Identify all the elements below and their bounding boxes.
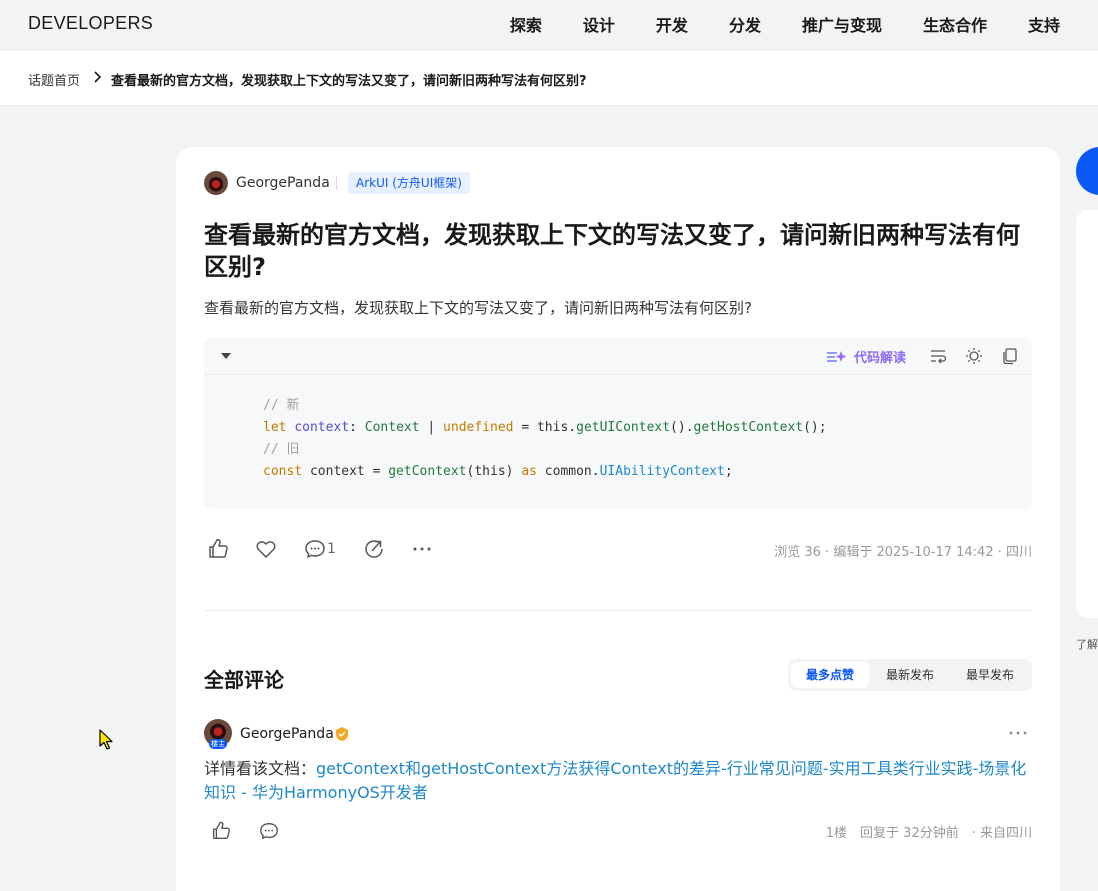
- post-description: 查看最新的官方文档，发现获取上下文的写法又变了，请问新旧两种写法有何区别?: [204, 299, 752, 317]
- tab-oldest[interactable]: 最早发布: [951, 662, 1029, 688]
- code-token: :: [349, 420, 365, 435]
- code-content: // 新 let context: Context | undefined = …: [263, 395, 827, 483]
- code-function: getHostContext: [693, 420, 804, 435]
- breadcrumb-home-link[interactable]: 话题首页: [28, 70, 80, 89]
- nav-link-explore[interactable]: 探索: [510, 12, 542, 36]
- code-keyword: undefined: [443, 420, 514, 435]
- thumbs-up-icon[interactable]: [206, 537, 230, 561]
- comment-sort-tabs: 最多点赞 最新发布 最早发布: [788, 659, 1032, 691]
- code-token: this.: [536, 420, 577, 435]
- chevron-right-icon: [94, 71, 102, 83]
- sidebar-partial-text: 了解: [1076, 638, 1098, 651]
- code-token: (this): [466, 464, 522, 479]
- nav-link-develop[interactable]: 开发: [656, 12, 688, 36]
- code-toolbar: 代码解读: [204, 337, 1032, 375]
- code-explain-label: 代码解读: [854, 350, 907, 366]
- nav-link-distribute[interactable]: 分发: [729, 12, 761, 36]
- code-comment: // 新: [263, 398, 300, 413]
- share-icon[interactable]: [362, 537, 386, 561]
- post-title: 查看最新的官方文档，发现获取上下文的写法又变了，请问新旧两种写法有何区别?: [204, 221, 1020, 281]
- divider: [336, 176, 337, 190]
- post-card: GeorgePanda ArkUI (方舟UI框架) 查看最新的官方文档，发现获…: [176, 147, 1060, 891]
- thumbs-up-icon[interactable]: [210, 820, 232, 842]
- tab-most-liked[interactable]: 最多点赞: [791, 662, 869, 688]
- comment-author-name[interactable]: GeorgePanda: [240, 726, 334, 742]
- code-function: getContext: [388, 464, 467, 479]
- code-block: 代码解读 // 新 let context: Context | undefin…: [204, 337, 1032, 509]
- code-type: Context: [364, 420, 420, 435]
- verified-badge-icon: [336, 727, 348, 741]
- comment-meta: 1楼 回复于 32分钟前 · 来自四川: [825, 826, 1032, 841]
- breadcrumb: 话题首页 查看最新的官方文档，发现获取上下文的写法又变了，请问新旧两种写法有何区…: [0, 50, 1098, 106]
- owner-badge: 楼主: [209, 739, 227, 749]
- theme-sun-icon[interactable]: [965, 347, 983, 365]
- code-token: ().: [670, 420, 694, 435]
- nav-link-promote[interactable]: 推广与变现: [802, 12, 882, 36]
- heart-icon[interactable]: [254, 537, 278, 561]
- code-token: context =: [302, 464, 389, 479]
- nav-links: 探索 设计 开发 分发 推广与变现 生态合作 支持: [510, 12, 1060, 36]
- code-type: UIAbilityContext: [599, 464, 725, 479]
- comment-icon[interactable]: [258, 820, 280, 842]
- comment-count: 1: [327, 541, 336, 557]
- floating-action-button[interactable]: [1076, 147, 1098, 195]
- more-dots-icon[interactable]: [1006, 725, 1030, 741]
- ai-sparkle-icon: [827, 351, 847, 362]
- code-keyword: let: [263, 420, 287, 435]
- code-explain-button[interactable]: 代码解读: [826, 347, 907, 366]
- nav-link-support[interactable]: 支持: [1028, 12, 1060, 36]
- developers-logo[interactable]: DEVELOPERS: [28, 13, 153, 34]
- wrap-lines-icon[interactable]: [929, 347, 947, 365]
- code-variable: context: [294, 420, 350, 435]
- top-nav: DEVELOPERS 探索 设计 开发 分发 推广与变现 生态合作 支持: [0, 0, 1098, 50]
- code-token: |: [419, 420, 444, 435]
- code-keyword: const: [263, 464, 303, 479]
- code-token: ();: [803, 420, 827, 435]
- author-name[interactable]: GeorgePanda: [236, 175, 330, 191]
- more-dots-icon[interactable]: [410, 537, 434, 561]
- topic-tag[interactable]: ArkUI (方舟UI框架): [348, 172, 470, 194]
- mouse-cursor-icon: [99, 729, 113, 750]
- nav-link-ecosystem[interactable]: 生态合作: [923, 12, 987, 36]
- post-meta: 浏览 36 · 编辑于 2025-10-17 14:42 · 四川: [774, 545, 1032, 560]
- nav-link-design[interactable]: 设计: [583, 12, 615, 36]
- comment-icon[interactable]: [303, 537, 327, 561]
- avatar[interactable]: [204, 171, 228, 195]
- collapse-triangle-icon[interactable]: [220, 350, 232, 362]
- comment-text-prefix: 详情看该文档：: [204, 759, 317, 778]
- code-token: ;: [724, 464, 733, 479]
- sidebar-panel: [1076, 210, 1098, 618]
- code-function: getUIContext: [576, 420, 671, 435]
- code-comment: // 旧: [263, 442, 300, 457]
- comments-title: 全部评论: [204, 668, 284, 692]
- copy-icon[interactable]: [1001, 347, 1019, 365]
- divider: [204, 610, 1032, 611]
- code-token: =: [513, 420, 537, 435]
- code-token: common.: [536, 464, 600, 479]
- code-keyword: as: [521, 464, 537, 479]
- tab-newest[interactable]: 最新发布: [871, 662, 949, 688]
- comment-doc-link[interactable]: getContext和getHostContext方法获得Context的差异-…: [204, 759, 1026, 802]
- comment-text: 详情看该文档：getContext和getHostContext方法获得Cont…: [204, 757, 1034, 805]
- breadcrumb-current: 查看最新的官方文档，发现获取上下文的写法又变了，请问新旧两种写法有何区别?: [111, 74, 587, 89]
